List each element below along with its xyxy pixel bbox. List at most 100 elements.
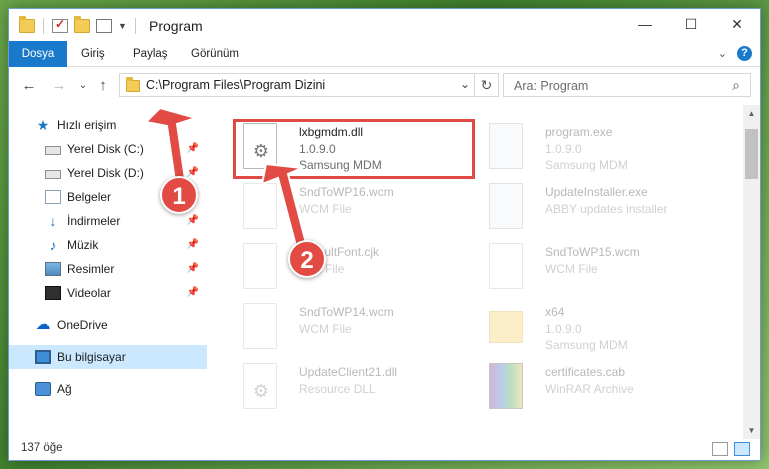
refresh-icon[interactable]: ↻ — [474, 74, 498, 96]
window-title: Program — [149, 18, 203, 34]
details-view-icon[interactable] — [712, 442, 728, 456]
file-type: WCM File — [299, 202, 352, 216]
address-path[interactable]: C:\Program Files\Program Dizini — [146, 78, 325, 92]
download-icon: ↓ — [49, 213, 57, 229]
file-item[interactable]: program.exe 1.0.9.0 Samsung MDM — [475, 117, 715, 179]
recent-locations-button[interactable]: ⌄ — [73, 75, 93, 95]
file-item[interactable]: certificates.cab WinRAR Archive — [475, 357, 715, 419]
sidebar-item-quick-access[interactable]: ★ Hızlı erişim — [9, 113, 207, 137]
file-description: ABBY updates installer — [545, 202, 668, 216]
scroll-down-icon[interactable]: ▼ — [743, 422, 760, 439]
tiles-view-icon[interactable] — [734, 442, 750, 456]
file-type: WCM File — [545, 262, 598, 276]
search-input[interactable]: Ara: Program — [514, 79, 588, 93]
toolbar-divider — [134, 18, 136, 34]
file-name: SndToWP15.wcm — [545, 245, 640, 259]
sidebar-item-onedrive[interactable]: ☁ OneDrive — [9, 313, 207, 337]
sidebar-item-label: Belgeler — [67, 190, 112, 204]
file-item[interactable]: SndToWP15.wcm WCM File — [475, 237, 715, 299]
file-item[interactable]: x64 1.0.9.0 Samsung MDM — [475, 297, 715, 359]
sidebar-item-music[interactable]: ♪ Müzik 📌 — [9, 233, 207, 257]
file-name: SndToWP14.wcm — [299, 305, 394, 319]
file-name: SndToWP16.wcm — [299, 185, 394, 199]
sidebar-item-label: Hızlı erişim — [57, 118, 117, 132]
chevron-down-icon[interactable]: ▼ — [118, 21, 127, 31]
close-button[interactable]: ✕ — [714, 9, 760, 39]
pin-icon: 📌 — [186, 287, 199, 298]
sidebar-item-label: Müzik — [67, 238, 99, 252]
file-item[interactable]: DefaultFont.cjk CJK File — [229, 237, 469, 299]
window-controls: — ☐ ✕ — [622, 9, 760, 39]
sidebar-item-pictures[interactable]: Resimler 📌 — [9, 257, 207, 281]
file-item[interactable]: SndToWP14.wcm WCM File — [229, 297, 469, 359]
pin-icon: 📌 — [186, 263, 199, 274]
pin-icon: 📌 — [186, 215, 199, 226]
star-icon: ★ — [36, 117, 50, 133]
help-icon[interactable]: ? — [737, 46, 752, 61]
search-icon[interactable]: ⌕ — [732, 77, 740, 94]
explorer-window: ▼ Program — ☐ ✕ Dosya Giriş Paylaş Görün… — [8, 8, 761, 461]
customize-toolbar-icon[interactable] — [96, 19, 112, 33]
sidebar-item-network[interactable]: Ağ — [9, 377, 207, 401]
file-icon — [243, 303, 277, 349]
file-item[interactable]: ⚙ UpdateClient21.dll Resource DLL — [229, 357, 469, 419]
navigation-pane: ★ Hızlı erişim Yerel Disk (C:) 📌 Yerel D… — [9, 109, 207, 429]
quick-access-toolbar: ▼ — [19, 16, 138, 34]
file-company: Samsung MDM — [545, 158, 628, 172]
dll-gear-icon: ⚙ — [243, 123, 277, 169]
chevron-down-icon[interactable]: ⌄ — [460, 77, 470, 91]
forward-button[interactable]: → — [49, 75, 69, 95]
file-item[interactable]: UpdateInstaller.exe ABBY updates install… — [475, 177, 715, 239]
scrollbar-thumb[interactable] — [745, 129, 758, 179]
file-company: Samsung MDM — [299, 158, 382, 172]
file-version: 1.0.9.0 — [299, 142, 336, 156]
network-icon — [35, 382, 51, 396]
new-folder-icon[interactable] — [74, 16, 90, 33]
pin-icon: 📌 — [186, 239, 199, 250]
up-button[interactable]: ↑ — [93, 75, 113, 95]
file-icon — [243, 183, 277, 229]
documents-icon — [45, 190, 61, 204]
search-box[interactable]: Ara: Program ⌕ — [503, 73, 751, 97]
pin-icon: 📌 — [186, 167, 199, 178]
step-2-badge: 2 — [288, 240, 326, 278]
address-bar[interactable]: C:\Program Files\Program Dizini ⌄ ↻ — [119, 73, 499, 97]
sidebar-item-videos[interactable]: Videolar 📌 — [9, 281, 207, 305]
back-button[interactable]: ← — [19, 75, 39, 95]
installer-icon — [489, 183, 523, 229]
file-icon — [489, 243, 523, 289]
file-icon — [243, 243, 277, 289]
sidebar-item-local-disk-c[interactable]: Yerel Disk (C:) 📌 — [9, 137, 207, 161]
sidebar-item-label: Videolar — [67, 286, 111, 300]
sidebar-item-label: Yerel Disk (D:) — [67, 166, 144, 180]
title-bar: ▼ Program — ☐ ✕ — [9, 9, 760, 41]
vertical-scrollbar[interactable]: ▲ ▼ — [743, 105, 760, 439]
ribbon-tabs: Dosya Giriş Paylaş Görünüm ⌄ ? — [9, 41, 760, 67]
pictures-icon — [45, 262, 61, 276]
file-version: 1.0.9.0 — [545, 142, 582, 156]
step-1-badge: 1 — [160, 176, 198, 214]
properties-check-icon[interactable] — [52, 17, 68, 33]
file-type: WCM File — [299, 322, 352, 336]
file-name: lxbgmdm.dll — [299, 125, 364, 139]
dll-gear-icon: ⚙ — [243, 363, 277, 409]
sidebar-item-label: Yerel Disk (C:) — [67, 142, 144, 156]
file-item[interactable]: ⚙ lxbgmdm.dll 1.0.9.0 Samsung MDM — [229, 117, 469, 179]
winrar-icon — [489, 363, 523, 409]
tab-home[interactable]: Giriş — [71, 41, 115, 67]
file-list: ⚙ lxbgmdm.dll 1.0.9.0 Samsung MDM progra… — [209, 105, 739, 439]
minimize-button[interactable]: — — [622, 9, 668, 39]
item-count: 137 öğe — [21, 442, 63, 454]
sidebar-item-label: OneDrive — [57, 318, 108, 332]
videos-icon — [45, 286, 61, 300]
file-item[interactable]: SndToWP16.wcm WCM File — [229, 177, 469, 239]
folder-icon — [489, 311, 523, 343]
expand-ribbon-icon[interactable]: ⌄ — [718, 47, 727, 60]
maximize-button[interactable]: ☐ — [668, 9, 714, 39]
tab-view[interactable]: Görünüm — [181, 41, 249, 67]
file-name: UpdateClient21.dll — [299, 365, 398, 379]
scroll-up-icon[interactable]: ▲ — [743, 105, 760, 122]
tab-file[interactable]: Dosya — [9, 41, 67, 67]
tab-share[interactable]: Paylaş — [123, 41, 178, 67]
sidebar-item-this-pc[interactable]: Bu bilgisayar — [9, 345, 207, 369]
